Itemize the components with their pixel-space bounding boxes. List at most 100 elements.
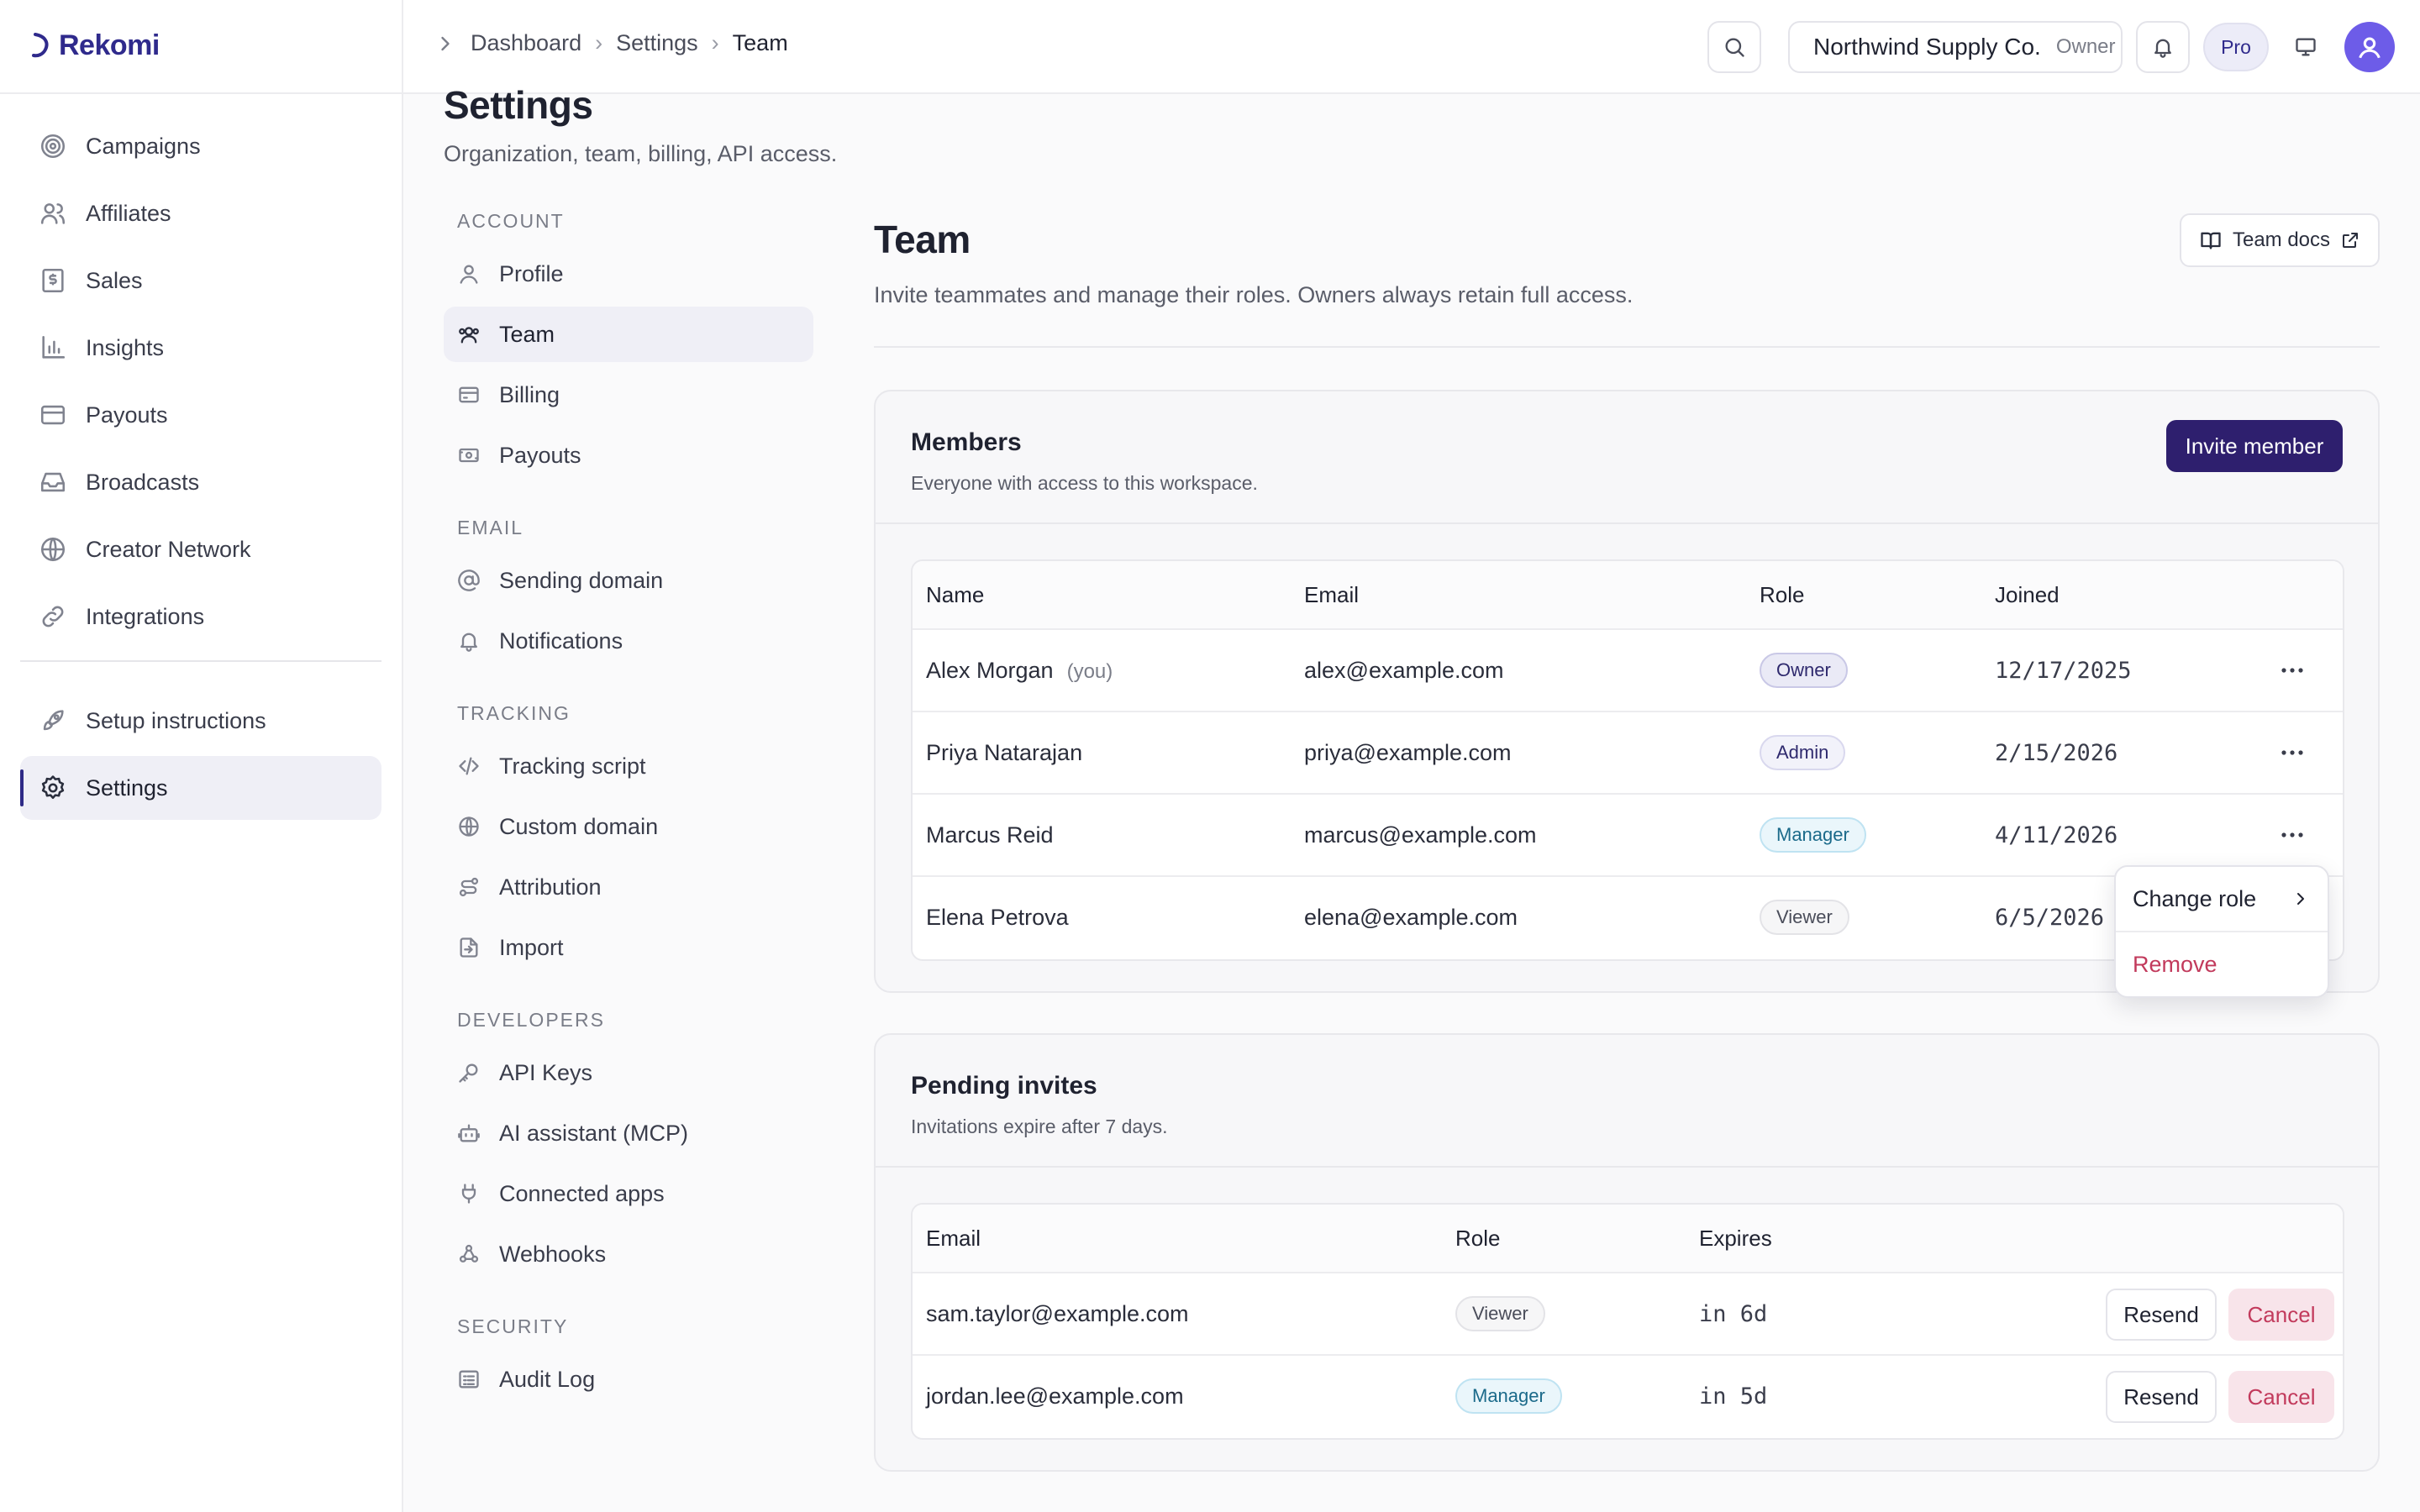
column-header-name[interactable]: Name	[926, 582, 984, 608]
org-switcher[interactable]: Northwind Supply Co. Owner	[1788, 21, 2123, 73]
pending-invites-card: Pending invites Invitations expire after…	[874, 1033, 2380, 1472]
nav-label: Settings	[86, 774, 168, 801]
nav-item-creator-network[interactable]: Creator Network	[20, 517, 381, 581]
search-icon	[1725, 38, 1744, 57]
gear-icon	[41, 775, 65, 800]
pending-card-header: Pending invites Invitations expire after…	[876, 1035, 2378, 1168]
table-row: jordan.lee@example.com Manager in 5d Res…	[913, 1354, 2343, 1436]
settings-item-label: Custom domain	[499, 813, 659, 839]
settings-item-label: Team	[499, 321, 555, 347]
row-actions-button[interactable]	[2272, 650, 2312, 690]
plan-badge[interactable]: Pro	[2203, 23, 2269, 71]
menu-item-label: Remove	[2133, 951, 2217, 977]
settings-item-connected-apps[interactable]: Connected apps	[444, 1166, 813, 1221]
column-header-role[interactable]: Role	[1760, 582, 1804, 608]
nav-item-setup-instructions[interactable]: Setup instructions	[20, 689, 381, 753]
you-indicator: (you)	[1066, 659, 1113, 683]
settings-item-api-keys[interactable]: API Keys	[444, 1045, 813, 1100]
settings-item-audit-log[interactable]: Audit Log	[444, 1352, 813, 1407]
main-nav: Campaigns Affiliates Sales Insights Payo…	[20, 114, 381, 823]
bot-icon	[458, 1124, 480, 1142]
invite-member-button[interactable]: Invite member	[2166, 420, 2343, 472]
sidebar-toggle-icon[interactable]	[434, 32, 457, 55]
menu-item-change-role[interactable]: Change role	[2116, 867, 2328, 931]
member-joined: 4/11/2026	[1995, 822, 2118, 848]
pending-table: Email Role Expires sam.taylor@example.co…	[911, 1203, 2344, 1440]
nav-item-sales[interactable]: Sales	[20, 249, 381, 312]
settings-item-payouts[interactable]: Payouts	[444, 428, 813, 483]
nav-label: Affiliates	[86, 200, 171, 226]
settings-item-label: Import	[499, 934, 564, 960]
invite-email: jordan.lee@example.com	[926, 1383, 1184, 1409]
search-button[interactable]	[1707, 21, 1761, 73]
settings-item-profile[interactable]: Profile	[444, 246, 813, 302]
menu-item-remove[interactable]: Remove	[2116, 932, 2328, 996]
settings-item-custom-domain[interactable]: Custom domain	[444, 799, 813, 854]
settings-item-attribution[interactable]: Attribution	[444, 859, 813, 915]
org-role: Owner	[2055, 35, 2116, 58]
invite-expires: in 6d	[1699, 1300, 1768, 1327]
topbar: Dashboard › Settings › Team Northwind Su…	[403, 0, 2420, 94]
external-link-icon	[2343, 233, 2359, 248]
column-header-joined[interactable]: Joined	[1995, 582, 2060, 608]
row-actions-button[interactable]	[2272, 815, 2312, 855]
team-docs-label: Team docs	[2232, 228, 2331, 251]
at-sign-icon	[458, 570, 480, 591]
column-header-role[interactable]: Role	[1455, 1226, 1500, 1252]
more-horizontal-icon	[2281, 750, 2303, 755]
member-joined: 6/5/2026	[1995, 904, 2105, 931]
cancel-invite-button[interactable]: Cancel	[2228, 1371, 2334, 1423]
table-header-row: Email Role Expires	[913, 1205, 2343, 1272]
settings-item-sending-domain[interactable]: Sending domain	[444, 553, 813, 608]
notifications-button[interactable]	[2136, 21, 2190, 73]
page-title: Settings	[444, 83, 593, 127]
column-header-email[interactable]: Email	[926, 1226, 981, 1252]
app-name: Rekomi	[59, 29, 160, 61]
nav-item-payouts[interactable]: Payouts	[20, 383, 381, 447]
globe-icon	[459, 816, 479, 837]
pending-title: Pending invites	[911, 1072, 1097, 1100]
display-button[interactable]	[2279, 21, 2333, 73]
nav-item-campaigns[interactable]: Campaigns	[20, 114, 381, 178]
breadcrumb-settings[interactable]: Settings	[616, 30, 698, 56]
role-badge: Viewer	[1455, 1296, 1545, 1331]
column-header-expires[interactable]: Expires	[1699, 1226, 1772, 1252]
resend-button[interactable]: Resend	[2106, 1371, 2217, 1423]
team-docs-link[interactable]: Team docs	[2180, 213, 2380, 267]
receipt-icon	[42, 268, 64, 293]
section-divider	[874, 346, 2380, 348]
nav-label: Payouts	[86, 402, 168, 428]
more-horizontal-icon	[2281, 832, 2303, 837]
settings-item-import[interactable]: Import	[444, 920, 813, 975]
nav-item-affiliates[interactable]: Affiliates	[20, 181, 381, 245]
breadcrumb-team: Team	[732, 30, 788, 55]
app-logo[interactable]: Rekomi	[30, 27, 160, 64]
users-icon	[40, 203, 66, 224]
sidebar: Rekomi Campaigns Affiliates Sales Insigh…	[0, 0, 403, 1512]
chevron-right-icon: ›	[711, 30, 719, 55]
settings-item-team[interactable]: Team	[444, 307, 813, 362]
bar-chart-icon	[42, 335, 66, 359]
nav-item-broadcasts[interactable]: Broadcasts	[20, 450, 381, 514]
settings-item-label: Sending domain	[499, 567, 664, 593]
settings-item-webhooks[interactable]: Webhooks	[444, 1226, 813, 1282]
nav-item-integrations[interactable]: Integrations	[20, 585, 381, 648]
avatar[interactable]	[2344, 22, 2395, 72]
column-header-email[interactable]: Email	[1304, 582, 1359, 608]
settings-item-billing[interactable]: Billing	[444, 367, 813, 423]
cancel-invite-button[interactable]: Cancel	[2228, 1289, 2334, 1341]
route-icon	[459, 877, 479, 897]
row-actions-button[interactable]	[2272, 732, 2312, 773]
team-subtitle: Invite teammates and manage their roles.…	[874, 282, 1634, 307]
settings-item-notifications[interactable]: Notifications	[444, 613, 813, 669]
settings-item-label: Notifications	[499, 627, 623, 654]
breadcrumb-dashboard[interactable]: Dashboard	[471, 30, 581, 56]
settings-item-ai-assistant[interactable]: AI assistant (MCP)	[444, 1105, 813, 1161]
nav-item-settings[interactable]: Settings	[20, 756, 381, 820]
member-name: Elena Petrova	[926, 904, 1069, 930]
settings-item-tracking-script[interactable]: Tracking script	[444, 738, 813, 794]
pending-description: Invitations expire after 7 days.	[911, 1116, 1168, 1137]
key-icon	[459, 1063, 478, 1083]
resend-button[interactable]: Resend	[2106, 1289, 2217, 1341]
nav-item-insights[interactable]: Insights	[20, 316, 381, 380]
